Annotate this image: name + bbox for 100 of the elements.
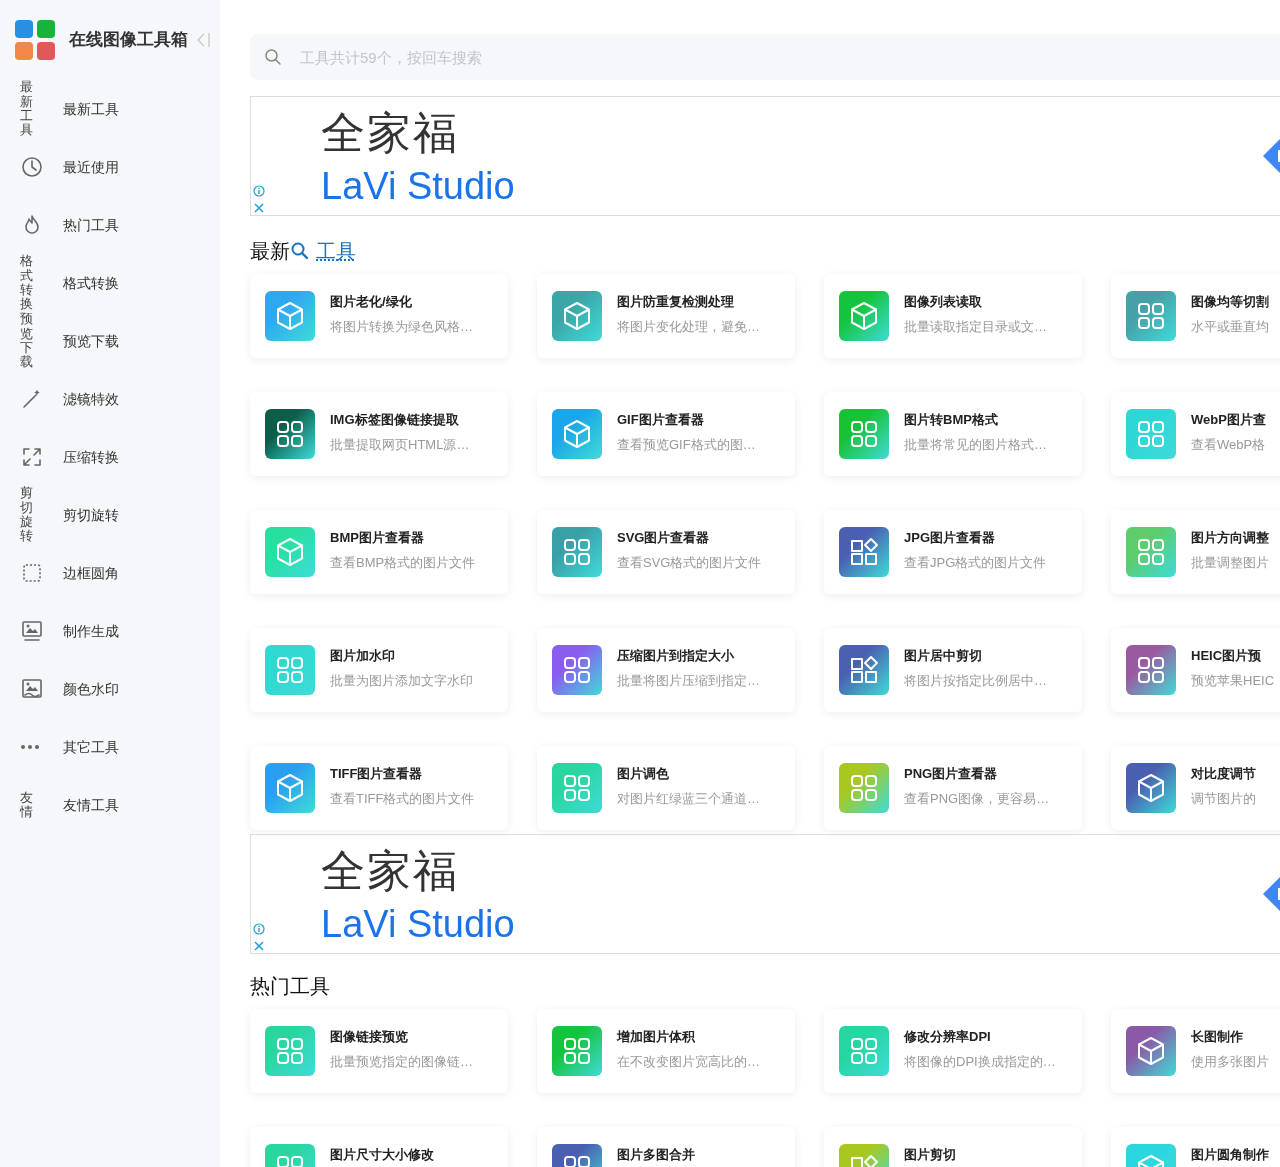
sidebar-item[interactable]: 其它工具 (0, 718, 220, 776)
tool-description: 使用多张图片 (1191, 1053, 1269, 1071)
tool-description: 查看JPG格式的图片文件 (904, 554, 1047, 572)
sidebar-item[interactable]: 预览下载 预览下载 (0, 312, 220, 370)
section-link[interactable]: 工具 (316, 238, 356, 264)
tool-description: 对图片红绿蓝三个通道… (617, 790, 760, 808)
close-icon[interactable] (254, 941, 264, 951)
ad-headline: 全家福 (321, 107, 459, 159)
tool-title: 对比度调节 (1191, 766, 1256, 782)
tool-description: 批量提取网页HTML源… (330, 436, 470, 454)
tool-card[interactable]: 压缩图片到指定大小 批量将图片压缩到指定… (537, 628, 795, 712)
tool-title: WebP图片查 (1191, 412, 1266, 428)
image-alt-text: 剪切旋转 (20, 486, 33, 544)
sidebar-item[interactable]: 边框圆角 (0, 544, 220, 602)
tool-description: 将图片转换为绿色风格… (330, 318, 473, 336)
tool-title: 图片剪切 (904, 1147, 956, 1163)
logo-icon (15, 20, 55, 60)
tool-card[interactable]: 图片老化/绿化 将图片转换为绿色风格… (250, 274, 508, 358)
tool-title: 图片防重复检测处理 (617, 294, 735, 310)
tool-card[interactable]: 图片方向调整 批量调整图片 (1111, 510, 1280, 594)
ad-brand: LaVi Studio (321, 902, 515, 947)
tool-card[interactable]: JPG图片查看器 查看JPG格式的图片文件 (824, 510, 1082, 594)
tool-card[interactable]: 图像列表读取 批量读取指定目录或文… (824, 274, 1082, 358)
sidebar-item[interactable]: 制作生成 (0, 602, 220, 660)
tool-card[interactable]: PNG图片查看器 查看PNG图像，更容易… (824, 746, 1082, 830)
tool-card[interactable]: SVG图片查看器 查看SVG格式的图片文件 (537, 510, 795, 594)
site-title: 在线图像工具箱 (69, 29, 188, 52)
tool-card[interactable]: 增加图片体积 在不改变图片宽高比的… (537, 1009, 795, 1093)
tool-title: 图片居中剪切 (904, 648, 983, 664)
tool-description: 批量将图片压缩到指定… (617, 672, 760, 690)
tool-card[interactable]: 图片圆角制作 (1111, 1127, 1280, 1167)
info-icon (253, 923, 265, 935)
tool-card[interactable]: 图片防重复检测处理 将图片变化处理，避免… (537, 274, 795, 358)
tool-card[interactable]: BMP图片查看器 查看BMP格式的图片文件 (250, 510, 508, 594)
image-alt-text: 友情 (20, 790, 33, 820)
sidebar-item[interactable]: 滤镜特效 (0, 370, 220, 428)
tool-card[interactable]: 图片剪切 (824, 1127, 1082, 1167)
tool-title: 图像链接预览 (330, 1029, 409, 1045)
tool-card[interactable]: 图片调色 对图片红绿蓝三个通道… (537, 746, 795, 830)
tool-title: 图片方向调整 (1191, 530, 1269, 546)
close-icon[interactable] (254, 203, 264, 213)
tool-card[interactable]: 图像均等切割 水平或垂直均 (1111, 274, 1280, 358)
sidebar-item[interactable]: 热门工具 (0, 196, 220, 254)
search-icon (290, 241, 310, 261)
tool-title: 图片调色 (617, 766, 670, 782)
tool-card[interactable]: 图片多图合并 (537, 1127, 795, 1167)
tool-card[interactable]: 图片尺寸大小修改 (250, 1127, 508, 1167)
tool-description: 水平或垂直均 (1191, 318, 1269, 336)
tool-title: 增加图片体积 (617, 1029, 696, 1045)
tool-card[interactable]: 图片加水印 批量为图片添加文字水印 (250, 628, 508, 712)
tool-card[interactable]: IMG标签图像链接提取 批量提取网页HTML源… (250, 392, 508, 476)
tool-description: 查看预览GIF格式的图… (617, 436, 756, 454)
sidebar-item[interactable]: 剪切旋转 剪切旋转 (0, 486, 220, 544)
sidebar-item[interactable]: 压缩转换 (0, 428, 220, 486)
tool-description: 批量将常见的图片格式… (904, 436, 1047, 454)
sidebar-item[interactable]: 友情 友情工具 (0, 776, 220, 834)
sidebar-item[interactable]: 最新工具 最新工具 (0, 80, 220, 138)
tool-title: 图像列表读取 (904, 294, 983, 310)
sidebar-item[interactable]: 颜色水印 (0, 660, 220, 718)
menu-icon (20, 561, 44, 585)
info-icon (253, 185, 265, 197)
tool-title: TIFF图片查看器 (330, 766, 424, 782)
tool-card[interactable]: 图像链接预览 批量预览指定的图像链… (250, 1009, 508, 1093)
tool-description: 预览苹果HEIC (1191, 672, 1275, 690)
tool-card[interactable]: 长图制作 使用多张图片 (1111, 1009, 1280, 1093)
tool-description: 批量为图片添加文字水印 (330, 672, 473, 690)
tool-title: 图像均等切割 (1191, 294, 1269, 310)
tool-title: 长图制作 (1191, 1029, 1244, 1045)
menu-icon (20, 619, 44, 643)
tool-title: 图片转BMP格式 (904, 412, 999, 428)
tool-card[interactable]: 对比度调节 调节图片的 (1111, 746, 1280, 830)
tool-card[interactable]: 修改分辨率DPI 将图像的DPI换成指定的… (824, 1009, 1082, 1093)
tool-card[interactable]: HEIC图片预 预览苹果HEIC (1111, 628, 1280, 712)
tool-title: 图片多图合并 (617, 1147, 695, 1163)
menu-icon (20, 745, 40, 749)
sidebar-item[interactable]: 最近使用 (0, 138, 220, 196)
tool-title: BMP图片查看器 (330, 530, 425, 546)
tool-card[interactable]: GIF图片查看器 查看预览GIF格式的图… (537, 392, 795, 476)
menu-icon (20, 155, 44, 179)
tool-card[interactable]: WebP图片查 查看WebP格 (1111, 392, 1280, 476)
tool-card[interactable]: 图片转BMP格式 批量将常见的图片格式… (824, 392, 1082, 476)
tool-description: 查看PNG图像，更容易… (904, 790, 1050, 808)
menu-icon (20, 677, 44, 701)
ad-headline: 全家福 (321, 845, 459, 897)
search-icon (264, 48, 282, 66)
tool-title: 图片尺寸大小修改 (330, 1147, 434, 1163)
tool-card[interactable]: 图片居中剪切 将图片按指定比例居中… (824, 628, 1082, 712)
tool-description: 将图片按指定比例居中… (904, 672, 1047, 690)
tool-card[interactable]: TIFF图片查看器 查看TIFF格式的图片文件 (250, 746, 508, 830)
tool-title: IMG标签图像链接提取 (330, 412, 460, 428)
tool-description: 查看BMP格式的图片文件 (330, 554, 476, 572)
section-title: 最新 (250, 239, 290, 264)
tool-title: 压缩图片到指定大小 (617, 648, 735, 664)
sidebar-item[interactable]: 格式转换 格式转换 (0, 254, 220, 312)
tool-description: 在不改变图片宽高比的… (617, 1053, 760, 1071)
menu-icon (20, 445, 44, 469)
tool-title: 图片老化/绿化 (330, 294, 413, 310)
tool-description: 将图像的DPI换成指定的… (904, 1053, 1056, 1071)
tool-description: 查看SVG格式的图片文件 (617, 554, 762, 572)
tool-title: 图片加水印 (330, 648, 396, 664)
